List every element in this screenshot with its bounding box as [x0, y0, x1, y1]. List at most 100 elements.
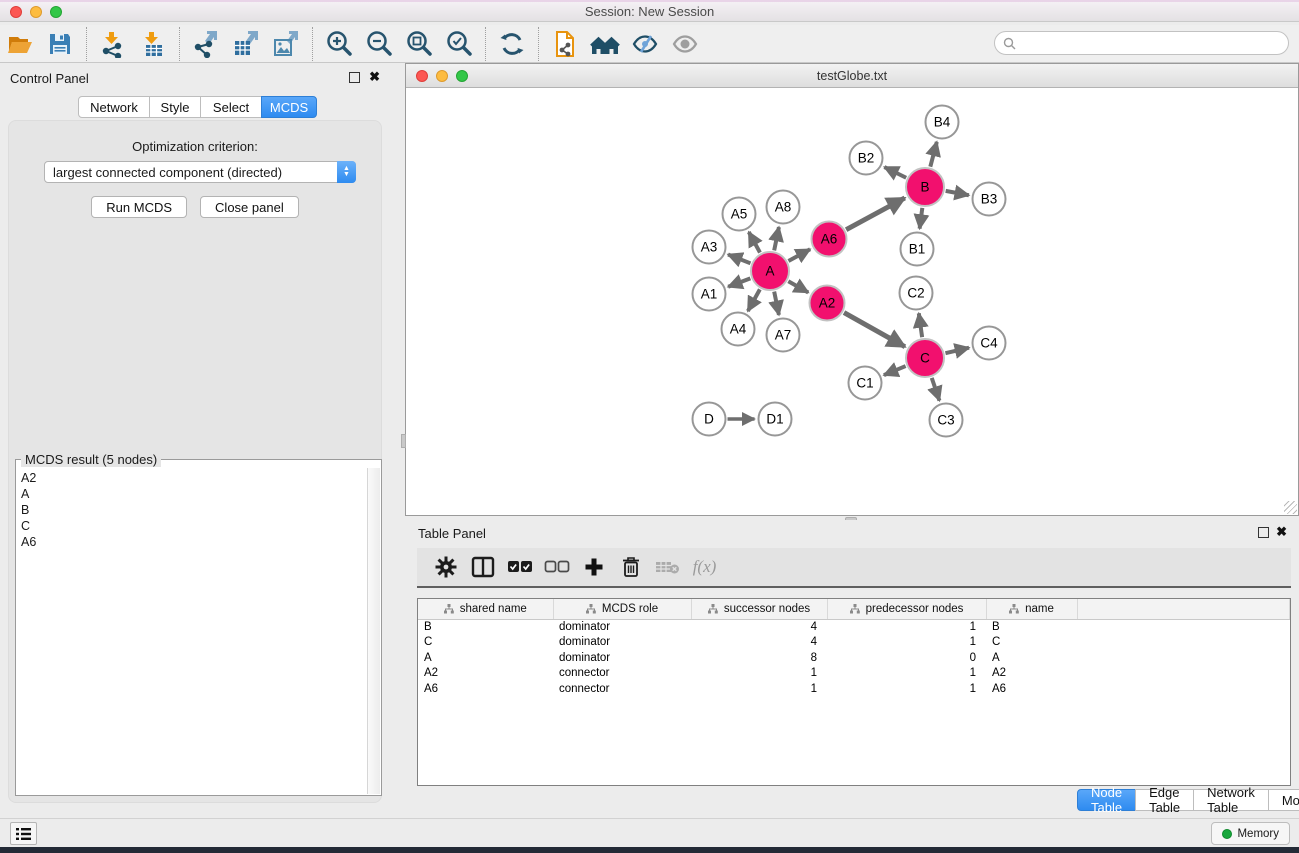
add-column-button[interactable]: [575, 552, 612, 582]
graph-node-D1[interactable]: D1: [759, 403, 792, 436]
graph-node-C1[interactable]: C1: [849, 367, 882, 400]
cell-successor-nodes[interactable]: 1: [691, 666, 827, 682]
delete-table-button[interactable]: [649, 552, 686, 582]
cell-name[interactable]: A6: [986, 681, 1077, 697]
show-columns-button[interactable]: [464, 552, 501, 582]
tab-motifs[interactable]: Motifs: [1268, 789, 1299, 811]
window-resize-grip[interactable]: [1284, 501, 1297, 514]
graph-node-A7[interactable]: A7: [767, 319, 800, 352]
memory-button[interactable]: Memory: [1211, 822, 1290, 845]
graph-edge-A-A5[interactable]: [749, 232, 760, 253]
criterion-select[interactable]: largest connected component (directed) ▲…: [44, 161, 356, 183]
search-input[interactable]: [1021, 36, 1288, 50]
mcds-result-item[interactable]: B: [18, 502, 365, 518]
run-mcds-button[interactable]: Run MCDS: [91, 196, 187, 218]
column-header-successor-nodes[interactable]: successor nodes: [691, 599, 827, 619]
cell-predecessor-nodes[interactable]: 1: [827, 681, 986, 697]
show-panels-button[interactable]: [10, 822, 37, 845]
zoom-selected-button[interactable]: [439, 28, 479, 60]
table-row[interactable]: A2connector11A2: [418, 666, 1290, 682]
graph-node-A[interactable]: A: [751, 252, 789, 290]
export-table-button[interactable]: [226, 28, 266, 60]
result-scrollbar[interactable]: [367, 468, 380, 794]
graph-edge-B-B2[interactable]: [884, 167, 906, 178]
graph-edge-A-A6[interactable]: [788, 249, 810, 261]
graph-edge-A-A8[interactable]: [774, 227, 779, 250]
graph-node-A2[interactable]: A2: [810, 286, 845, 321]
split-divider-grip[interactable]: [401, 434, 406, 448]
network-window-titlebar[interactable]: testGlobe.txt: [406, 64, 1298, 88]
zoom-fit-button[interactable]: [399, 28, 439, 60]
mcds-result-item[interactable]: A: [18, 486, 365, 502]
cell-name[interactable]: A: [986, 650, 1077, 666]
graph-edge-A-A7[interactable]: [774, 292, 779, 315]
graph-node-B2[interactable]: B2: [850, 142, 883, 175]
close-panel-button[interactable]: Close panel: [200, 196, 299, 218]
cell-shared-name[interactable]: A: [418, 650, 553, 666]
tab-network[interactable]: Network: [78, 96, 150, 118]
table-row[interactable]: Adominator80A: [418, 650, 1290, 666]
cell-successor-nodes[interactable]: 1: [691, 681, 827, 697]
cell-shared-name[interactable]: B: [418, 619, 553, 635]
graph-node-A8[interactable]: A8: [767, 191, 800, 224]
cell-predecessor-nodes[interactable]: 0: [827, 650, 986, 666]
cell-shared-name[interactable]: C: [418, 635, 553, 651]
graph-edge-C-C2[interactable]: [919, 313, 922, 337]
tab-style[interactable]: Style: [149, 96, 201, 118]
cell-name[interactable]: A2: [986, 666, 1077, 682]
close-table-panel-icon[interactable]: ✖: [1276, 524, 1287, 540]
table-row[interactable]: Cdominator41C: [418, 635, 1290, 651]
graph-node-A4[interactable]: A4: [722, 313, 755, 346]
graph-edge-A2-C[interactable]: [844, 313, 905, 347]
import-network-button[interactable]: [93, 28, 133, 60]
search-field[interactable]: [994, 31, 1289, 55]
show-graphics-details-button[interactable]: [625, 28, 665, 60]
graph-edge-A-A4[interactable]: [748, 289, 760, 311]
float-panel-icon[interactable]: [349, 72, 360, 83]
table-row[interactable]: Bdominator41B: [418, 619, 1290, 635]
mcds-result-item[interactable]: A2: [18, 470, 365, 486]
cell-predecessor-nodes[interactable]: 1: [827, 666, 986, 682]
cell-predecessor-nodes[interactable]: 1: [827, 619, 986, 635]
cell-shared-name[interactable]: A6: [418, 681, 553, 697]
float-table-panel-icon[interactable]: [1258, 527, 1269, 538]
graph-edge-A-A1[interactable]: [728, 278, 750, 286]
cell-MCDS-role[interactable]: connector: [553, 666, 691, 682]
graph-node-A5[interactable]: A5: [723, 198, 756, 231]
import-table-button[interactable]: [133, 28, 173, 60]
graph-edge-C-C4[interactable]: [945, 348, 969, 354]
network-graph[interactable]: B4B2BB3A8A5A6A3B1AC2A1A2A4A7C4CC1DD1C3: [406, 89, 1298, 515]
graph-node-B[interactable]: B: [906, 168, 944, 206]
column-header-shared-name[interactable]: shared name: [418, 599, 553, 619]
tab-mcds[interactable]: MCDS: [261, 96, 317, 118]
tab-node-table[interactable]: Node Table: [1077, 789, 1136, 811]
graph-node-B4[interactable]: B4: [926, 106, 959, 139]
mcds-result-item[interactable]: A6: [18, 534, 365, 550]
cell-MCDS-role[interactable]: dominator: [553, 619, 691, 635]
graph-edge-A6-B[interactable]: [846, 198, 905, 230]
cell-MCDS-role[interactable]: dominator: [553, 650, 691, 666]
cell-predecessor-nodes[interactable]: 1: [827, 635, 986, 651]
cell-successor-nodes[interactable]: 8: [691, 650, 827, 666]
close-panel-icon[interactable]: ✖: [369, 69, 380, 85]
cell-name[interactable]: C: [986, 635, 1077, 651]
delete-column-button[interactable]: [612, 552, 649, 582]
mcds-result-list[interactable]: A2ABCA6: [18, 470, 365, 793]
refresh-button[interactable]: [492, 28, 532, 60]
export-network-button[interactable]: [186, 28, 226, 60]
tab-select[interactable]: Select: [200, 96, 262, 118]
save-session-button[interactable]: [40, 28, 80, 60]
tab-edge-table[interactable]: Edge Table: [1135, 789, 1194, 811]
node-table[interactable]: shared nameMCDS rolesuccessor nodesprede…: [417, 598, 1291, 786]
cell-MCDS-role[interactable]: dominator: [553, 635, 691, 651]
hide-selected-button[interactable]: [665, 28, 705, 60]
column-header-predecessor-nodes[interactable]: predecessor nodes: [827, 599, 986, 619]
graph-edge-B-B4[interactable]: [930, 142, 936, 167]
function-builder-button[interactable]: f(x): [686, 552, 723, 582]
zoom-in-button[interactable]: [319, 28, 359, 60]
graph-node-D[interactable]: D: [693, 403, 726, 436]
export-image-button[interactable]: [266, 28, 306, 60]
select-all-columns-button[interactable]: [501, 552, 538, 582]
graph-edge-A-A3[interactable]: [728, 255, 750, 264]
table-settings-button[interactable]: [427, 552, 464, 582]
